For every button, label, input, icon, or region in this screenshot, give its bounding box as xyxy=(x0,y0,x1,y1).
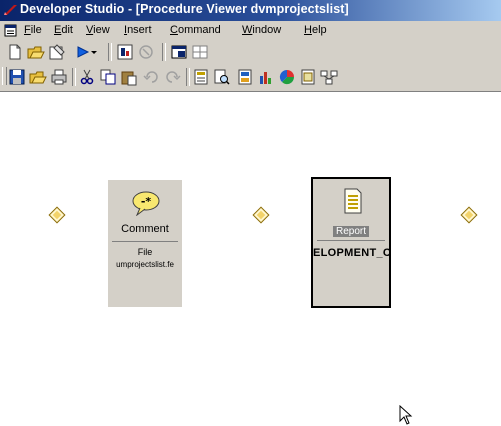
menu-view[interactable]: View xyxy=(86,24,110,36)
comment-node[interactable]: -* Comment File umprojectslist.fe xyxy=(108,180,182,307)
svg-text:-*: -* xyxy=(141,195,152,208)
edit-toolbar xyxy=(0,64,501,92)
graph-tool-icon[interactable] xyxy=(257,68,275,86)
layout-icon[interactable] xyxy=(191,43,209,61)
comment-node-file-label: File xyxy=(137,247,153,257)
toolbar-separator xyxy=(162,43,166,61)
copy-icon[interactable] xyxy=(99,68,117,86)
report-tool-icon[interactable] xyxy=(236,68,254,86)
join-tool-icon[interactable] xyxy=(320,68,338,86)
menu-command[interactable]: Command xyxy=(170,24,221,36)
comment-node-label: Comment xyxy=(121,223,169,235)
toolbar-separator xyxy=(108,43,112,61)
toolbar-separator xyxy=(186,68,190,86)
mouse-pointer-icon xyxy=(399,405,413,425)
app-icon xyxy=(4,5,17,15)
cut-icon[interactable] xyxy=(78,68,96,86)
open-folder-icon[interactable] xyxy=(29,68,47,86)
procedure-viewer-canvas[interactable]: -* Comment File umprojectslist.fe Report… xyxy=(0,92,501,425)
standard-toolbar xyxy=(0,40,501,64)
paste-icon[interactable] xyxy=(120,68,138,86)
comment-node-file-name: umprojectslist.fe xyxy=(116,260,174,269)
menu-file[interactable]: File xyxy=(24,24,42,36)
run-dropdown-icon[interactable] xyxy=(89,43,99,61)
menu-insert[interactable]: Insert xyxy=(124,24,152,36)
redo-icon[interactable] xyxy=(163,68,181,86)
title-bar[interactable]: Developer Studio - [Procedure Viewer dvm… xyxy=(0,0,501,21)
window-icon[interactable] xyxy=(170,43,188,61)
report-node-name: ELOPMENT_C xyxy=(313,247,392,259)
menu-help[interactable]: Help xyxy=(304,24,327,36)
comment-icon: -* xyxy=(132,191,160,216)
print-icon[interactable] xyxy=(50,68,68,86)
find-icon[interactable] xyxy=(213,68,231,86)
document-menu-icon[interactable] xyxy=(4,24,17,37)
toolbar-separator xyxy=(72,68,76,86)
text-tool-icon[interactable] xyxy=(299,68,317,86)
new-icon[interactable] xyxy=(6,43,24,61)
toolbar-grip[interactable] xyxy=(2,67,7,85)
menu-window[interactable]: Window xyxy=(242,24,281,36)
connector-diamond[interactable] xyxy=(460,206,478,224)
window-title: Developer Studio - [Procedure Viewer dvm… xyxy=(20,2,349,16)
disabled-icon[interactable] xyxy=(137,43,155,61)
procedure-icon[interactable] xyxy=(116,43,134,61)
menu-edit[interactable]: Edit xyxy=(54,24,73,36)
menu-bar: File Edit View Insert Command Window Hel… xyxy=(0,21,501,40)
properties-icon[interactable] xyxy=(48,43,66,61)
chart-tool-icon[interactable] xyxy=(278,68,296,86)
report-icon xyxy=(344,188,362,214)
save-icon[interactable] xyxy=(8,68,26,86)
undo-icon[interactable] xyxy=(143,68,161,86)
open-icon[interactable] xyxy=(27,43,45,61)
node-divider xyxy=(112,241,178,242)
connector-diamond[interactable] xyxy=(252,206,270,224)
node-divider xyxy=(317,240,385,241)
report-node[interactable]: Report ELOPMENT_C xyxy=(311,177,391,308)
report-node-type-label: Report xyxy=(332,226,369,237)
connector-diamond[interactable] xyxy=(48,206,66,224)
define-icon[interactable] xyxy=(192,68,210,86)
